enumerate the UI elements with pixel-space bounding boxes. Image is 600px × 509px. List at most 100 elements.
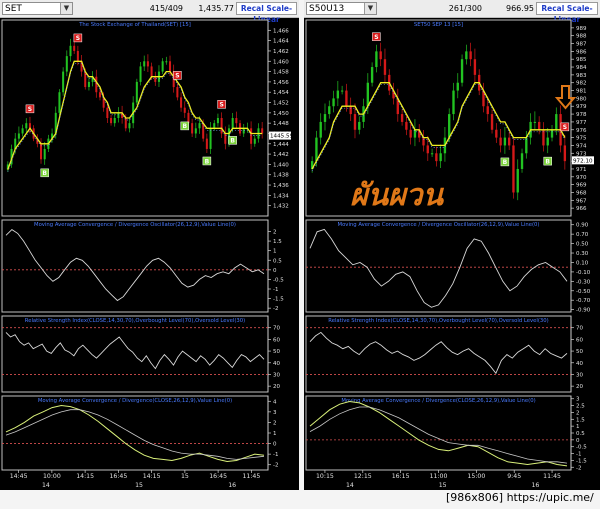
- candle-body: [176, 87, 179, 98]
- x-tick-label: 11:45: [242, 473, 260, 480]
- candle-body: [87, 81, 90, 88]
- candle-body: [315, 137, 318, 162]
- y-tick-label: 971: [576, 167, 587, 173]
- y-tick-label: 987: [576, 42, 587, 48]
- y-tick-label: -0.5: [576, 445, 587, 451]
- x-tick-label: 10:15: [316, 473, 334, 480]
- candle-body: [546, 137, 549, 146]
- y-tick-label: 1,442: [273, 152, 289, 158]
- y-tick-label: 0.90: [576, 223, 589, 229]
- candle-body: [43, 148, 46, 160]
- signal-label: S: [175, 73, 179, 80]
- candle-body: [146, 61, 149, 67]
- candle-body: [106, 107, 109, 118]
- candle-body: [430, 153, 434, 155]
- y-tick-label: 3: [273, 410, 277, 416]
- candle-body: [165, 61, 168, 63]
- y-tick-label: 20: [273, 384, 280, 390]
- y-tick-label: 20: [576, 384, 583, 390]
- x-tick-label: 10:00: [43, 473, 61, 480]
- candle-body: [537, 121, 541, 130]
- candle-body: [187, 112, 190, 124]
- candle-body: [512, 145, 515, 193]
- candle-body: [473, 59, 477, 75]
- signal-label: B: [182, 123, 187, 130]
- y-tick-label: 968: [576, 190, 587, 196]
- last-value-label: 972.10: [573, 158, 593, 164]
- panel-title: Moving Average Convergence / Divergence(…: [38, 398, 232, 404]
- chart-canvas-right: SET50 SEP 13 [15] 989 988 987986 985 984 983 98…: [305, 19, 594, 489]
- candle-body: [161, 61, 164, 72]
- y-tick-label: 982: [576, 81, 587, 87]
- candle-body: [456, 82, 459, 91]
- candle-body: [323, 114, 327, 122]
- chart-window-left: SET ▼ 415/409 1,435.77 Recal Scale-Linea…: [0, 0, 299, 490]
- y-tick-label: 0.70: [576, 232, 589, 238]
- y-tick-label: 40: [576, 361, 583, 367]
- y-tick-label: 975: [576, 136, 587, 142]
- y-tick-label: 1,466: [273, 28, 289, 34]
- x-tick-label: 14:45: [10, 473, 28, 480]
- y-tick-label: 50: [273, 349, 280, 355]
- candle-body: [400, 114, 404, 122]
- y-tick-label: 0: [273, 268, 277, 274]
- candle-body: [379, 51, 382, 60]
- y-tick-label: -2: [273, 463, 278, 469]
- candle-body: [95, 76, 98, 93]
- y-tick-label: 966: [576, 206, 587, 212]
- day-label: 15: [135, 482, 143, 489]
- x-tick-label: 9:45: [507, 473, 521, 480]
- y-tick-label: 2.5: [576, 404, 585, 410]
- candle-body: [135, 81, 138, 103]
- candle-body: [231, 118, 234, 129]
- candle-body: [205, 138, 208, 149]
- last-value-label: 1445.59: [270, 134, 294, 140]
- day-label: 14: [346, 482, 354, 489]
- candle-body: [370, 67, 374, 83]
- x-tick-label: 16:15: [392, 473, 410, 480]
- signal-label: S: [219, 102, 223, 109]
- candle-body: [452, 90, 455, 115]
- y-tick-label: 978: [576, 112, 587, 118]
- candle-body: [113, 118, 116, 124]
- candle-body: [76, 50, 79, 62]
- candle-body: [383, 59, 387, 75]
- signal-label: B: [230, 138, 235, 145]
- candle-body: [435, 153, 438, 162]
- x-tick-label: 12:15: [354, 473, 372, 480]
- y-tick-label: 1,454: [273, 90, 289, 96]
- candle-body: [69, 45, 72, 57]
- y-tick-label: 3: [576, 397, 580, 403]
- day-label: 14: [42, 482, 50, 489]
- candle-body: [460, 59, 464, 83]
- y-tick-label: -1: [576, 452, 581, 458]
- candle-body: [110, 118, 113, 124]
- y-tick-label: 1,452: [273, 101, 289, 107]
- y-tick-label: 979: [576, 104, 587, 110]
- candle-body: [353, 114, 357, 130]
- y-tick-label: 988: [576, 34, 587, 40]
- candle-body: [139, 66, 142, 82]
- y-tick-label: -1: [273, 287, 278, 293]
- y-tick-label: 1,448: [273, 121, 289, 127]
- y-tick-label: 970: [576, 175, 587, 181]
- y-tick-label: 1,456: [273, 80, 289, 86]
- candle-body: [328, 106, 331, 115]
- candle-body: [235, 118, 238, 124]
- y-tick-label: 1: [576, 424, 580, 430]
- candle-body: [495, 129, 498, 138]
- signal-label: S: [76, 35, 80, 42]
- candle-body: [555, 114, 558, 130]
- candle-body: [516, 168, 519, 193]
- y-tick-label: -1.5: [576, 458, 587, 464]
- y-tick-label: 0.5: [576, 431, 585, 437]
- panel-title: Relative Strength Index(CLOSE,14,30,70),…: [328, 318, 548, 324]
- panel-title: Relative Strength Index(CLOSE,14,30,70),…: [25, 318, 245, 324]
- y-tick-label: 984: [576, 65, 587, 71]
- y-tick-label: 0.30: [576, 251, 589, 257]
- candle-body: [469, 51, 472, 60]
- day-label: 16: [228, 482, 236, 489]
- y-tick-label: 2: [576, 410, 580, 416]
- y-tick-label: 1: [273, 249, 277, 255]
- x-tick-label: 16:45: [109, 473, 127, 480]
